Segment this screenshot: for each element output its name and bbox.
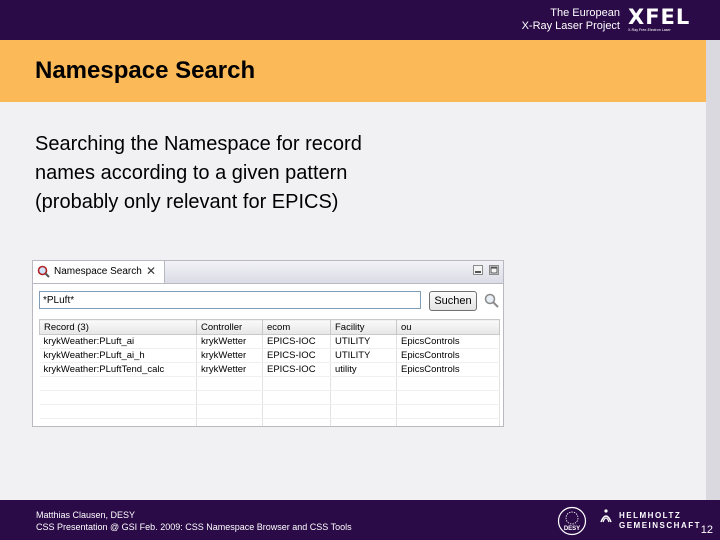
empty-row (39, 390, 500, 405)
body-line: names according to a given pattern (35, 162, 348, 184)
search-button[interactable]: Suchen (429, 291, 477, 311)
maximize-icon[interactable] (489, 265, 499, 275)
footer-author: Matthias Clausen, DESY (36, 510, 136, 520)
helmholtz-logo: HELMHOLTZ GEMEINSCHAFT (619, 511, 701, 531)
helmholtz-line-2: GEMEINSCHAFT (619, 521, 701, 530)
empty-row (39, 376, 500, 391)
minimize-icon[interactable] (473, 265, 483, 275)
ou-cell: EpicsControls (396, 362, 500, 377)
facility-cell: UTILITY (330, 348, 397, 363)
ecom-cell: EPICS-IOC (262, 334, 331, 349)
record-cell: krykWeather:PLuft_ai_h (39, 348, 197, 363)
xfel-logo-subtext: X-Ray Free-Electron Laser (628, 28, 671, 32)
top-banner: The European X-Ray Laser Project XFEL X-… (0, 0, 720, 40)
search-input[interactable] (39, 291, 421, 309)
magnifier-icon[interactable] (484, 293, 499, 308)
helmholtz-mark-icon (600, 509, 612, 523)
ou-cell: EpicsControls (396, 334, 500, 349)
footer-credits: Matthias Clausen, DESY CSS Presentation … (36, 509, 352, 533)
ecom-cell: EPICS-IOC (262, 348, 331, 363)
title-band: Namespace Search (0, 40, 706, 102)
facility-cell: utility (330, 362, 397, 377)
column-header-facility[interactable]: Facility (330, 319, 397, 335)
org-line-2: X-Ray Laser Project (521, 20, 620, 32)
desy-label: DESY (564, 526, 580, 532)
body-line: (probably only relevant for EPICS) (35, 191, 339, 213)
ou-cell: EpicsControls (396, 348, 500, 363)
facility-cell: UTILITY (330, 334, 397, 349)
column-header-controller[interactable]: Controller (196, 319, 263, 335)
empty-row (39, 418, 500, 426)
footer-presentation-title: CSS Presentation @ GSI Feb. 2009: CSS Na… (36, 522, 352, 532)
ecom-cell: EPICS-IOC (262, 362, 331, 377)
column-header-ou[interactable]: ou (396, 319, 500, 335)
table-row[interactable]: krykWeather:PLuft_ai_h krykWetter EPICS-… (39, 348, 500, 363)
controller-cell: krykWetter (196, 348, 263, 363)
page-number: 12 (700, 524, 713, 536)
org-line-1: The European (550, 7, 620, 19)
record-cell: krykWeather:PLuftTend_calc (39, 362, 197, 377)
body-line: Searching the Namespace for record (35, 133, 362, 155)
column-header-record[interactable]: Record (3) (39, 319, 197, 335)
footer-bar: Matthias Clausen, DESY CSS Presentation … (0, 500, 720, 540)
close-icon[interactable]: ✕ (146, 264, 156, 278)
controller-cell: krykWetter (196, 334, 263, 349)
table-header-row: Record (3) Controller ecom Facility ou (39, 319, 500, 335)
table-row[interactable]: krykWeather:PLuftTend_calc krykWetter EP… (39, 362, 500, 377)
namespace-search-view: Namespace Search ✕ Suchen Record (3) Con… (32, 260, 504, 427)
xfel-logo: XFEL (628, 5, 691, 29)
organization-name: The European X-Ray Laser Project (522, 7, 620, 33)
table-row[interactable]: krykWeather:PLuft_ai krykWetter EPICS-IO… (39, 334, 500, 349)
tab-namespace-search[interactable]: Namespace Search ✕ (33, 261, 165, 283)
magnifier-icon (37, 265, 50, 278)
helmholtz-line-1: HELMHOLTZ (619, 511, 682, 520)
results-table: Record (3) Controller ecom Facility ou k… (39, 319, 500, 426)
right-edge-strip (706, 40, 720, 500)
view-tab-bar: Namespace Search ✕ (33, 261, 503, 284)
record-cell: krykWeather:PLuft_ai (39, 334, 197, 349)
column-header-ecom[interactable]: ecom (262, 319, 331, 335)
empty-row (39, 404, 500, 419)
slide-body: Searching the Namespace for record names… (35, 130, 495, 217)
controller-cell: krykWetter (196, 362, 263, 377)
tab-label: Namespace Search (54, 266, 142, 277)
desy-logo-icon: DESY (557, 506, 587, 536)
slide-title: Namespace Search (35, 57, 256, 84)
